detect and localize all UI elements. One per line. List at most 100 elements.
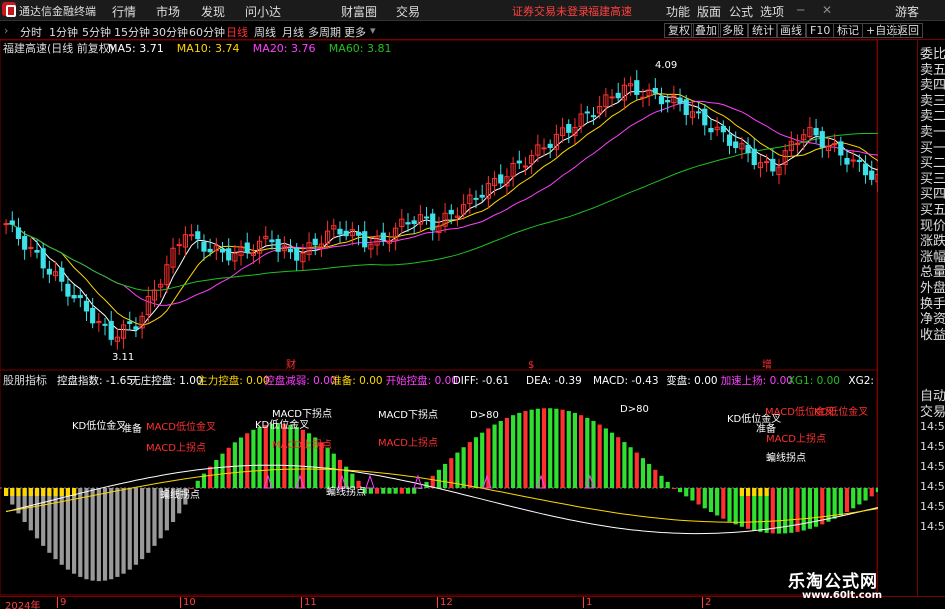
- menu-item-quotes[interactable]: 行情: [112, 3, 136, 20]
- minimize-icon[interactable]: ─: [797, 3, 804, 17]
- macd-bar: [195, 480, 200, 488]
- tab-multi-period[interactable]: 多周期: [308, 24, 341, 40]
- candle-body: [702, 108, 708, 126]
- candle-body: [547, 143, 553, 148]
- statistics-button[interactable]: 统计: [748, 23, 778, 38]
- tab-1min[interactable]: 1分钟: [49, 24, 78, 40]
- macd-bar: [653, 469, 658, 488]
- candle-body: [226, 248, 232, 261]
- candle-body: [584, 111, 590, 114]
- macd-bar: [628, 447, 633, 488]
- tab-daily[interactable]: 日线: [226, 24, 248, 40]
- candle-body: [77, 295, 83, 299]
- indicator-annotation: KD低位金叉: [72, 419, 126, 432]
- main-chart-title: 福建高速(日线 前复权): [3, 41, 114, 55]
- macd-bar: [776, 488, 782, 534]
- candle-body: [362, 231, 368, 248]
- mark-button[interactable]: 标记: [833, 23, 863, 38]
- date-axis-label: 2024年: [5, 601, 41, 609]
- f10-button[interactable]: F10: [806, 23, 835, 38]
- macd-bar: [529, 409, 534, 488]
- restore-rights-button[interactable]: 复权: [664, 23, 694, 38]
- multi-stock-button[interactable]: 多股: [718, 23, 748, 38]
- tab-60min[interactable]: 60分钟: [189, 24, 225, 40]
- candle-body: [658, 96, 665, 105]
- control-bar: [739, 488, 744, 496]
- candle-body: [844, 158, 850, 165]
- candle-body: [819, 131, 825, 148]
- macd-bar: [288, 425, 293, 488]
- indicator-annotation: 蝙线拐点: [326, 485, 366, 498]
- close-icon[interactable]: ✕: [822, 3, 832, 17]
- chart-area[interactable]: 4.104.003.903.803.703.603.503.403.303.20…: [0, 40, 878, 596]
- macd-bar: [535, 408, 540, 488]
- tab-30min[interactable]: 30分钟: [152, 24, 188, 40]
- candle-body: [108, 320, 114, 340]
- menu-item-function[interactable]: 功能: [666, 3, 690, 20]
- macd-bar: [84, 488, 89, 580]
- macd-bar: [715, 488, 720, 516]
- candle-body: [813, 127, 819, 136]
- menu-item-market[interactable]: 市场: [156, 3, 180, 20]
- auto-trade-label[interactable]: 交易: [920, 401, 945, 420]
- indicator-title: 股朋指标: [3, 373, 47, 387]
- tab-monthly[interactable]: 月线: [282, 24, 304, 40]
- indicator-value: 控盘指数: -1.65: [57, 374, 133, 387]
- menu-item-options[interactable]: 选项: [760, 3, 784, 20]
- user-guest[interactable]: 游客: [895, 3, 919, 20]
- menu-item-discover[interactable]: 发现: [201, 3, 225, 20]
- tab-arrow-icon[interactable]: ›: [4, 24, 8, 37]
- trade-time-label: 14:56: [920, 460, 945, 473]
- macd-bar: [869, 488, 874, 497]
- indicator-annotation: D>80: [470, 410, 499, 421]
- menu-item-formula[interactable]: 公式: [729, 3, 753, 20]
- candle-body: [294, 247, 300, 261]
- candle-body: [355, 231, 362, 236]
- candle-body: [127, 321, 133, 324]
- candle-body: [380, 232, 386, 241]
- macd-bar: [232, 442, 237, 488]
- macd-bar: [566, 411, 571, 488]
- app-title: 通达信金融终端: [19, 5, 96, 18]
- macd-bar: [640, 458, 646, 488]
- menu-item-layout[interactable]: 版面: [697, 3, 721, 20]
- quote-panel-label[interactable]: 收益: [920, 324, 945, 343]
- back-button[interactable]: 返回: [893, 23, 923, 38]
- macd-bar: [208, 466, 213, 488]
- candle-body: [287, 248, 294, 253]
- candle-body: [541, 147, 547, 150]
- candle-body: [59, 267, 65, 282]
- indicator-annotation: D>80: [620, 404, 649, 415]
- candle-body: [430, 213, 436, 231]
- macd-bar: [90, 488, 95, 581]
- trade-time-label: 14:56: [920, 420, 945, 433]
- event-mark: $: [528, 360, 534, 371]
- control-bar: [22, 488, 27, 496]
- candle-body: [40, 248, 46, 269]
- macd-bar: [133, 488, 139, 565]
- ma10-line: [6, 93, 878, 326]
- tab-15min[interactable]: 15分钟: [114, 24, 150, 40]
- more-dropdown-icon[interactable]: ▾: [370, 24, 376, 37]
- macd-bar: [603, 428, 608, 488]
- menu-item-trade[interactable]: 交易: [396, 3, 420, 20]
- menu-item-ask[interactable]: 问小达: [245, 3, 281, 20]
- menu-item-wealth[interactable]: 财富圈: [341, 3, 377, 20]
- draw-line-button[interactable]: 画线: [776, 23, 806, 38]
- indicator-value: DIFF: -0.61: [453, 375, 510, 387]
- indicator-annotation: MACD上拐点: [766, 432, 826, 445]
- tab-intraday[interactable]: 分时: [20, 24, 42, 40]
- indicator-annotation: 准备: [122, 422, 142, 435]
- candle-body: [566, 123, 572, 133]
- date-axis-label: 10: [180, 597, 196, 608]
- tab-more[interactable]: 更多: [344, 24, 366, 40]
- trade-login-status[interactable]: 证券交易未登录: [512, 3, 589, 19]
- app-window: 通达信金融终端 行情 市场 发现 问小达 财富圈 交易 证券交易未登录 福建高速…: [0, 0, 945, 609]
- candle-body: [90, 307, 96, 324]
- tab-weekly[interactable]: 周线: [254, 24, 276, 40]
- tab-5min[interactable]: 5分钟: [82, 24, 111, 40]
- overlay-button[interactable]: 叠加: [691, 23, 721, 38]
- macd-bar: [350, 473, 355, 488]
- macd-bar: [443, 463, 448, 488]
- candle-body: [9, 220, 15, 225]
